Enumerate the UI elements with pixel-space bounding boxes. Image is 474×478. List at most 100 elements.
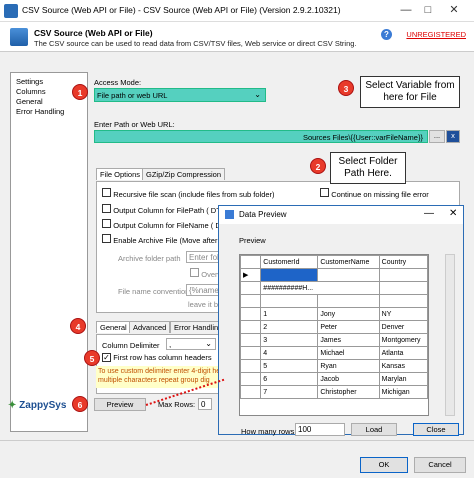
recursive-checkbox[interactable]: [102, 188, 111, 197]
dialog-minimize-icon[interactable]: —: [424, 208, 434, 219]
preview-button[interactable]: Preview: [94, 398, 146, 411]
table-row[interactable]: ##########H...: [239, 281, 429, 295]
maximize-icon[interactable]: □: [420, 2, 436, 18]
table-cell[interactable]: 4: [260, 346, 319, 360]
unregistered-link[interactable]: UNREGISTERED: [406, 30, 466, 39]
dialog-close-icon[interactable]: ✕: [449, 208, 457, 219]
table-cell[interactable]: 2: [260, 320, 319, 334]
cancel-button[interactable]: Cancel: [414, 457, 466, 473]
table-row[interactable]: 4 Michael Atlanta: [239, 346, 429, 360]
table-row[interactable]: ▶: [239, 268, 429, 282]
tab-gzip-compression[interactable]: GZip/Zip Compression: [142, 168, 226, 180]
name-convention-input[interactable]: {%name%: [186, 284, 220, 296]
table-row[interactable]: 5 Ryan Kansas: [239, 359, 429, 373]
archive-option: Enable Archive File (Move after pro: [102, 234, 230, 245]
delimiter-combo[interactable]: , ⌄: [166, 338, 216, 350]
row-header: [239, 320, 262, 334]
table-cell[interactable]: 1: [260, 307, 319, 321]
load-button[interactable]: Load: [351, 423, 397, 436]
callout-badge-5: 5: [84, 350, 100, 366]
table-cell[interactable]: [317, 268, 380, 282]
access-mode-combo[interactable]: File path or web URL ⌄: [94, 88, 266, 102]
table-row[interactable]: 6 Jacob Marylan: [239, 372, 429, 386]
header-description: The CSV source can be used to read data …: [34, 39, 357, 48]
column-header[interactable]: CustomerId: [260, 255, 319, 269]
table-cell[interactable]: Peter: [317, 320, 380, 334]
output-path-checkbox[interactable]: [102, 204, 111, 213]
table-cell[interactable]: Denver: [378, 320, 429, 334]
first-row-checkbox[interactable]: ✓: [102, 353, 111, 362]
tab-general[interactable]: General: [96, 321, 131, 333]
table-cell[interactable]: [378, 294, 429, 308]
row-marker-icon: ▶: [239, 268, 262, 282]
callout-badge-4: 4: [70, 318, 86, 334]
table-row[interactable]: 7 Christopher Michigan: [239, 385, 429, 399]
table-cell[interactable]: Michael: [317, 346, 380, 360]
table-row[interactable]: [239, 294, 429, 308]
preview-grid[interactable]: CustomerId CustomerName Country ▶ ######…: [239, 254, 429, 416]
path-input[interactable]: Sources Files\{{User::varFileName}}: [94, 130, 428, 143]
max-rows-input[interactable]: 0: [198, 398, 212, 410]
first-row-label: First row has column headers: [113, 353, 212, 362]
table-row[interactable]: 1 Jony NY: [239, 307, 429, 321]
row-header: [239, 281, 262, 295]
table-cell[interactable]: [378, 268, 429, 282]
table-cell[interactable]: Jony: [317, 307, 380, 321]
callout-badge-1: 1: [72, 84, 88, 100]
archive-checkbox[interactable]: [102, 234, 111, 243]
output-name-checkbox[interactable]: [102, 219, 111, 228]
archive-folder-input[interactable]: Enter fold: [186, 251, 220, 263]
nav-item-settings[interactable]: Settings: [16, 77, 82, 87]
table-cell[interactable]: Christopher: [317, 385, 380, 399]
callout-badge-6: 6: [72, 396, 88, 412]
table-cell[interactable]: 6: [260, 372, 319, 386]
nav-item-error-handling[interactable]: Error Handling: [16, 107, 82, 117]
column-header[interactable]: Country: [378, 255, 429, 269]
column-header[interactable]: CustomerName: [317, 255, 380, 269]
component-header: CSV Source (Web API or File) The CSV sou…: [0, 22, 474, 52]
left-navigation: Settings Columns General Error Handling: [10, 72, 88, 432]
grid-scrollbar[interactable]: [445, 254, 455, 416]
overwrite-checkbox[interactable]: [190, 268, 199, 277]
path-value: Sources Files\{{User::varFileName}}: [302, 133, 423, 142]
table-cell[interactable]: Atlanta: [378, 346, 429, 360]
table-cell[interactable]: Ryan: [317, 359, 380, 373]
nav-item-general[interactable]: General: [16, 97, 82, 107]
table-cell[interactable]: 3: [260, 333, 319, 347]
table-cell[interactable]: 5: [260, 359, 319, 373]
chevron-down-icon: ⌄: [254, 90, 261, 99]
tab-file-options[interactable]: File Options: [96, 168, 145, 180]
continue-checkbox[interactable]: [320, 188, 329, 197]
table-cell[interactable]: [378, 281, 429, 295]
continue-option: Continue on missing file error: [320, 188, 429, 199]
table-cell[interactable]: Montgomery: [378, 333, 429, 347]
close-button[interactable]: Close: [413, 423, 459, 436]
table-cell[interactable]: Marylan: [378, 372, 429, 386]
variable-picker-button[interactable]: x: [446, 130, 460, 143]
table-cell[interactable]: NY: [378, 307, 429, 321]
minimize-icon[interactable]: —: [398, 2, 414, 18]
table-cell[interactable]: Michigan: [378, 385, 429, 399]
table-row[interactable]: 3 James Montgomery: [239, 333, 429, 347]
help-icon[interactable]: ?: [381, 29, 392, 40]
table-cell[interactable]: Jacob: [317, 372, 380, 386]
window-title: CSV Source (Web API or File) - CSV Sourc…: [22, 5, 341, 15]
tab-advanced[interactable]: Advanced: [129, 321, 171, 333]
ok-button[interactable]: OK: [360, 457, 408, 473]
row-header: [239, 307, 262, 321]
table-cell[interactable]: [317, 294, 380, 308]
brand-text: ZappySys: [19, 400, 67, 411]
how-many-rows-input[interactable]: 100: [295, 423, 345, 436]
table-cell[interactable]: ##########H...: [260, 281, 380, 295]
table-cell[interactable]: 7: [260, 385, 319, 399]
table-cell[interactable]: James: [317, 333, 380, 347]
delimiter-hint-line1: To use custom delimiter enter 4-digit he: [98, 368, 221, 375]
max-rows-label: Max Rows:: [158, 400, 196, 409]
table-cell[interactable]: [260, 268, 319, 282]
row-header: [239, 346, 262, 360]
table-cell[interactable]: Kansas: [378, 359, 429, 373]
close-icon[interactable]: ✕: [446, 2, 462, 18]
table-row[interactable]: 2 Peter Denver: [239, 320, 429, 334]
browse-button[interactable]: ...: [429, 130, 445, 143]
table-cell[interactable]: [260, 294, 319, 308]
